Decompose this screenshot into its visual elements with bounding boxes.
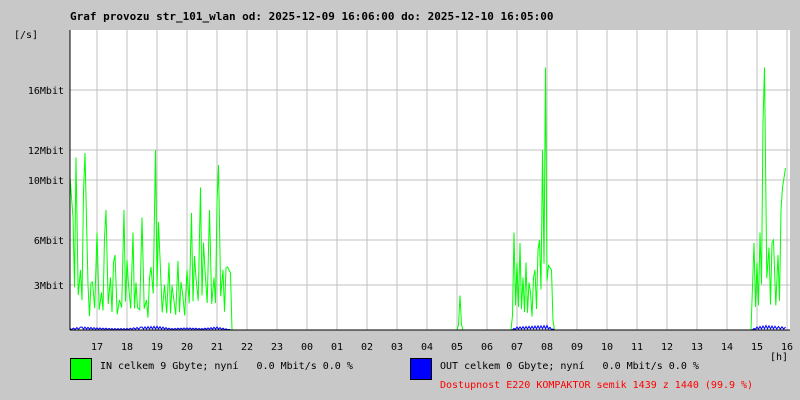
x-tick-label: 10 bbox=[601, 342, 613, 353]
y-tick-label: 12Mbit bbox=[28, 146, 64, 157]
legend-in-text: IN celkem 9 Gbyte; nyní 0.0 Mbit/s 0.0 % bbox=[100, 361, 353, 372]
x-tick-label: 12 bbox=[661, 342, 673, 353]
x-tick-label: 20 bbox=[181, 342, 193, 353]
legend-out-text: OUT celkem 0 Gbyte; nyní 0.0 Mbit/s 0.0 … bbox=[440, 361, 699, 372]
x-tick-label: 07 bbox=[511, 342, 523, 353]
x-tick-label: 17 bbox=[91, 342, 103, 353]
y-tick-label: 16Mbit bbox=[28, 86, 64, 97]
x-tick-label: 21 bbox=[211, 342, 223, 353]
x-axis-unit-label: [h] bbox=[770, 352, 788, 363]
x-tick-label: 01 bbox=[331, 342, 343, 353]
y-tick-label: 10Mbit bbox=[28, 176, 64, 187]
x-tick-label: 02 bbox=[361, 342, 373, 353]
x-tick-label: 05 bbox=[451, 342, 463, 353]
x-tick-label: 23 bbox=[271, 342, 283, 353]
x-tick-label: 03 bbox=[391, 342, 403, 353]
x-tick-label: 13 bbox=[691, 342, 703, 353]
x-tick-label: 09 bbox=[571, 342, 583, 353]
traffic-chart: 3Mbit 6Mbit 10Mbit 12Mbit 16Mbit 17 18 19 20 21 2… bbox=[28, 30, 793, 363]
legend-in-swatch bbox=[70, 358, 92, 380]
y-tick-label: 3Mbit bbox=[34, 281, 64, 292]
x-tick-label: 00 bbox=[301, 342, 313, 353]
x-tick-label: 18 bbox=[121, 342, 133, 353]
x-tick-label: 14 bbox=[721, 342, 733, 353]
legend-out-swatch bbox=[410, 358, 432, 380]
y-tick-labels: 3Mbit 6Mbit 10Mbit 12Mbit 16Mbit bbox=[28, 86, 64, 292]
x-tick-label: 06 bbox=[481, 342, 493, 353]
y-tick-label: 6Mbit bbox=[34, 236, 64, 247]
x-tick-label: 22 bbox=[241, 342, 253, 353]
x-tick-label: 11 bbox=[631, 342, 643, 353]
x-tick-label: 15 bbox=[751, 342, 763, 353]
availability-text: Dostupnost E220 KOMPAKTOR semik 1439 z 1… bbox=[440, 380, 754, 391]
x-tick-labels: 17 18 19 20 21 22 23 00 01 02 03 04 05 06 07 08 09 10 11 12… bbox=[91, 342, 793, 353]
x-tick-label: 04 bbox=[421, 342, 433, 353]
x-tick-label: 19 bbox=[151, 342, 163, 353]
x-tick-label: 08 bbox=[541, 342, 553, 353]
